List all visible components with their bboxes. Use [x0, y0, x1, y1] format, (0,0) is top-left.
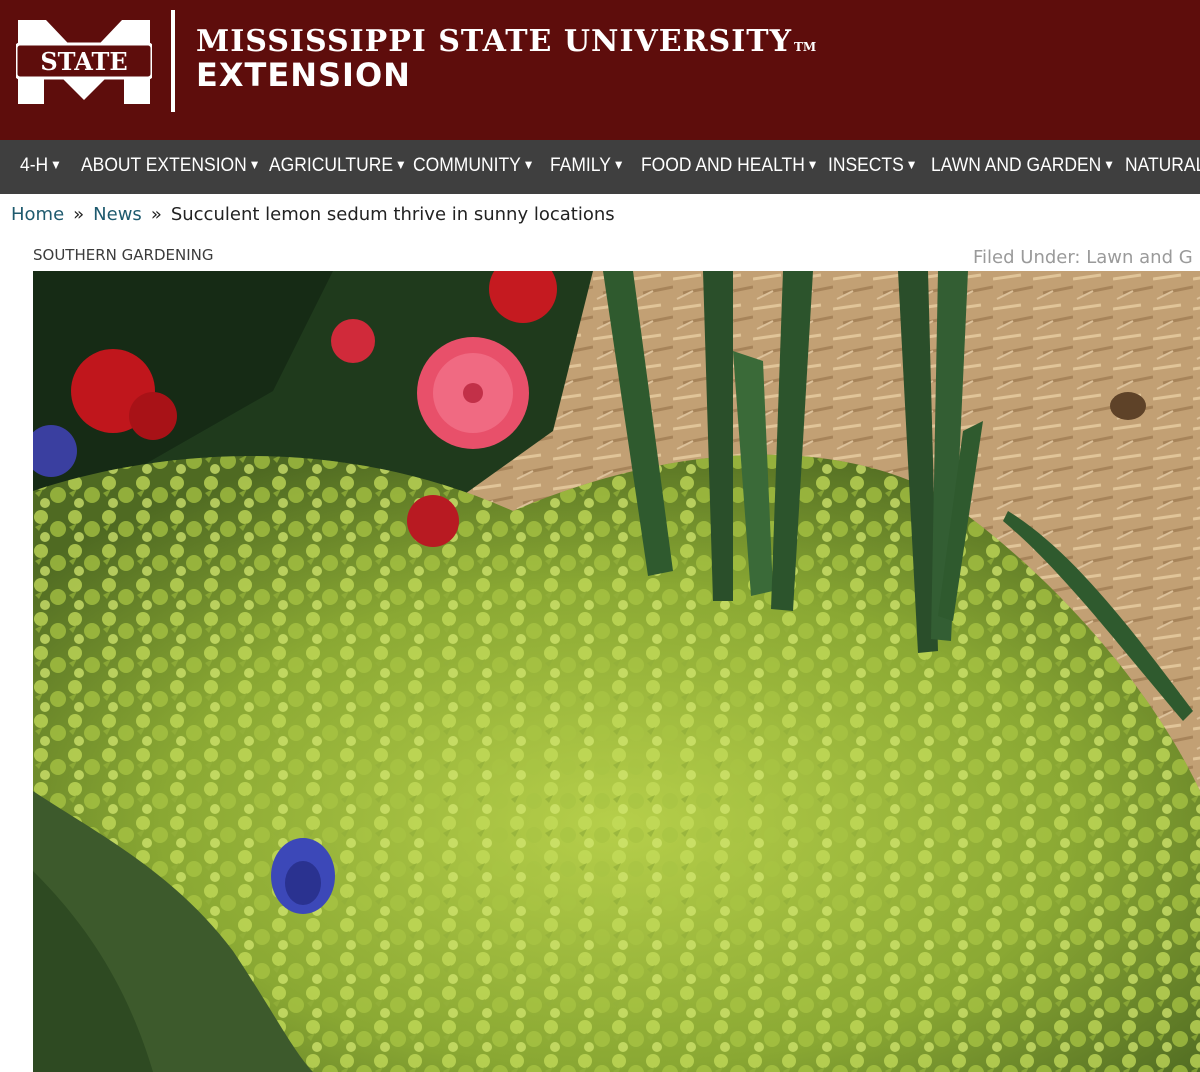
header-divider	[171, 10, 175, 112]
caret-down-icon: ▼	[50, 157, 62, 172]
nav-item-label: FAMILY	[550, 155, 611, 176]
caret-down-icon: ▼	[1103, 157, 1115, 172]
nav-item-label: NATURAL	[1125, 155, 1200, 176]
nav-item-about-extension[interactable]: ABOUT EXTENSION ▼	[81, 155, 260, 177]
caret-down-icon: ▼	[905, 157, 918, 172]
caret-down-icon: ▼	[806, 157, 819, 172]
main-nav: 4-H ▼ ABOUT EXTENSION ▼ AGRICULTURE ▼ COMMU…	[0, 140, 1200, 194]
site-header: STATE MISSISSIPPI STATE UNIVERSITY TM EXT…	[0, 0, 1200, 140]
caret-down-icon: ▼	[612, 157, 625, 172]
site-title-text: MISSISSIPPI STATE UNIVERSITY	[196, 24, 792, 59]
breadcrumb-news-link[interactable]: News	[93, 204, 142, 225]
nav-item-label: LAWN AND GARDEN	[931, 155, 1102, 176]
nav-item-label: AGRICULTURE	[269, 155, 393, 176]
breadcrumb-home-link[interactable]: Home	[11, 204, 64, 225]
caret-down-icon: ▼	[248, 157, 261, 172]
caret-down-icon: ▼	[522, 157, 535, 172]
nav-item-lawn-and-garden[interactable]: LAWN AND GARDEN ▼	[931, 155, 1115, 177]
msu-m-logo[interactable]: STATE	[16, 20, 152, 104]
article-photo	[33, 271, 1200, 1072]
logo-text: STATE	[40, 47, 127, 76]
caret-down-icon: ▼	[394, 157, 407, 172]
nav-item-label: INSECTS	[828, 155, 904, 176]
nav-item-label: COMMUNITY	[413, 155, 521, 176]
article-category[interactable]: SOUTHERN GARDENING	[33, 246, 213, 264]
nav-item-label: 4-H	[20, 155, 49, 176]
site-title[interactable]: MISSISSIPPI STATE UNIVERSITY TM	[196, 24, 816, 59]
trademark-mark: TM	[794, 40, 817, 54]
breadcrumb-separator: »	[150, 204, 162, 225]
nav-item-4h[interactable]: 4-H ▼	[20, 155, 62, 177]
breadcrumb: Home » News » Succulent lemon sedum thrive i…	[11, 204, 615, 225]
nav-item-family[interactable]: FAMILY ▼	[550, 155, 625, 177]
nav-item-agriculture[interactable]: AGRICULTURE ▼	[269, 155, 407, 177]
site-subtitle[interactable]: EXTENSION	[196, 56, 411, 94]
filed-under[interactable]: Filed Under: Lawn and G	[973, 247, 1200, 268]
nav-item-label: FOOD AND HEALTH	[641, 155, 805, 176]
nav-item-label: ABOUT EXTENSION	[81, 155, 247, 176]
sedum-garden-image	[33, 271, 1200, 1072]
nav-item-natural[interactable]: NATURAL	[1125, 155, 1200, 177]
breadcrumb-separator: »	[73, 204, 85, 225]
nav-item-community[interactable]: COMMUNITY ▼	[413, 155, 534, 177]
nav-item-insects[interactable]: INSECTS ▼	[828, 155, 917, 177]
breadcrumb-current: Succulent lemon sedum thrive in sunny lo…	[170, 204, 615, 225]
nav-item-food-and-health[interactable]: FOOD AND HEALTH ▼	[641, 155, 819, 177]
